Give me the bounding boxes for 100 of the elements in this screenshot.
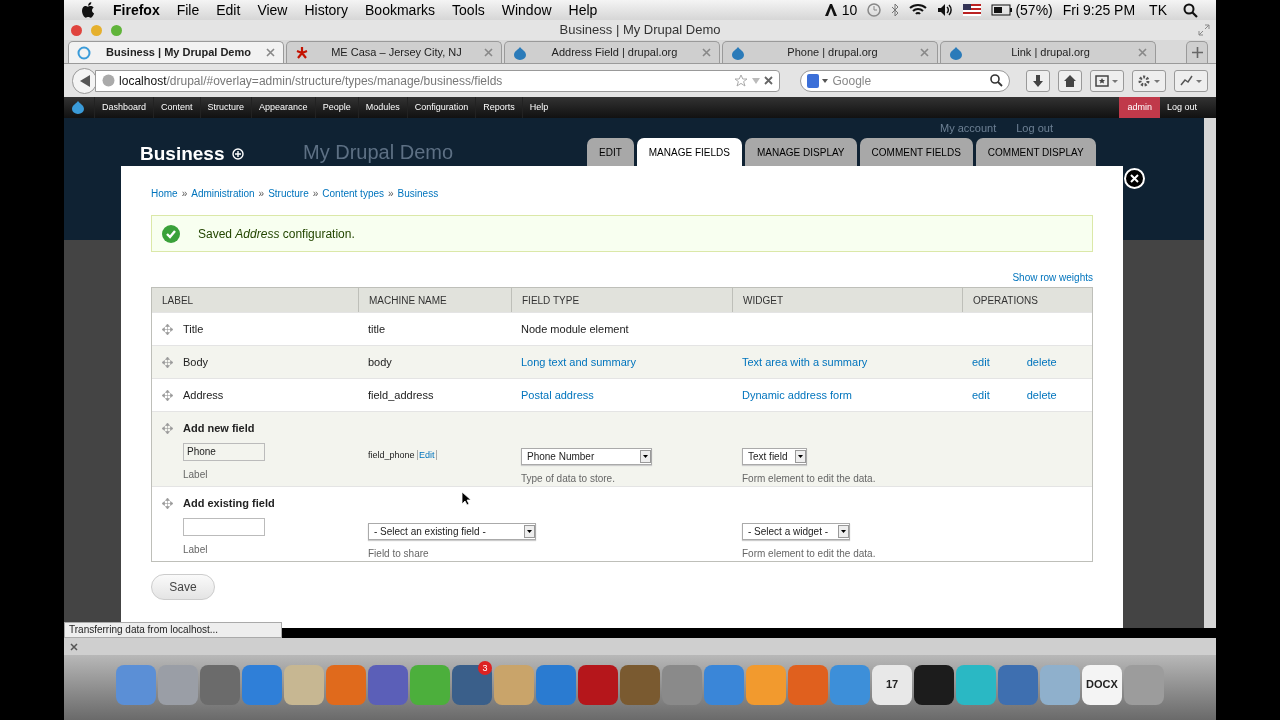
- menu-item[interactable]: History: [304, 0, 349, 21]
- select-dropdown[interactable]: - Select a widget -: [742, 523, 850, 540]
- select-dropdown[interactable]: Phone Number: [521, 448, 652, 465]
- widget-link[interactable]: Dynamic address form: [742, 388, 853, 401]
- menu-item[interactable]: File: [176, 0, 200, 21]
- field-type-link[interactable]: Postal address: [521, 388, 594, 401]
- breadcrumb-link[interactable]: Home: [151, 186, 178, 201]
- caret-icon: [524, 525, 535, 538]
- breadcrumb-link[interactable]: Administration: [191, 186, 255, 201]
- close-icon[interactable]: [702, 48, 711, 57]
- address-field[interactable]: localhost/drupal/#overlay=admin/structure/types/manage/business/fields: [95, 69, 780, 92]
- tab[interactable]: COMMENT FIELDS: [859, 138, 973, 166]
- breadcrumb-separator: »: [388, 187, 394, 201]
- breadcrumb-link[interactable]: Business: [397, 186, 439, 201]
- search-icon[interactable]: [1183, 2, 1198, 18]
- operation-link[interactable]: delete: [1026, 353, 1057, 371]
- close-icon[interactable]: [266, 48, 275, 57]
- text-input[interactable]: [183, 517, 265, 536]
- add-shortcut-icon[interactable]: [232, 148, 245, 161]
- bookmarks-button[interactable]: [1090, 69, 1124, 92]
- download-button[interactable]: [1026, 69, 1050, 92]
- search-icon[interactable]: [990, 74, 1003, 87]
- drag-handle-icon[interactable]: [162, 497, 173, 509]
- menu-item[interactable]: Edit: [216, 0, 241, 21]
- widget-link[interactable]: Text area with a summary: [742, 355, 868, 368]
- drop-icon[interactable]: [72, 101, 84, 114]
- window-title: Business | My Drupal Demo: [558, 21, 722, 40]
- user-menu[interactable]: TK: [1149, 0, 1167, 21]
- select-dropdown[interactable]: Text field: [742, 448, 807, 465]
- close-icon: [1130, 174, 1139, 183]
- menu-item[interactable]: Tools: [452, 0, 485, 21]
- app-icon[interactable]: DOCX: [1082, 664, 1122, 705]
- breadcrumb-link[interactable]: Content types: [322, 186, 385, 201]
- bluetooth-icon[interactable]: [891, 3, 900, 17]
- text-input[interactable]: Phone: [183, 442, 265, 461]
- new-tab-button[interactable]: [1186, 41, 1208, 63]
- caret-icon[interactable]: [751, 77, 760, 84]
- close-icon[interactable]: [70, 642, 78, 651]
- column-header: OPERATIONS: [973, 293, 1038, 308]
- menu-item[interactable]: Help: [568, 0, 598, 21]
- speaker-icon[interactable]: [937, 3, 954, 17]
- apple-icon[interactable]: [82, 2, 96, 18]
- fullscreen-icon[interactable]: [1198, 24, 1210, 36]
- menu-item[interactable]: Window: [501, 0, 552, 21]
- search-field[interactable]: Google: [799, 69, 1010, 92]
- breadcrumb-link[interactable]: Structure: [268, 186, 309, 201]
- status-message: Saved Address configuration.: [198, 225, 355, 243]
- show-row-weights-link[interactable]: Show row weights: [1012, 270, 1093, 285]
- drag-handle-icon[interactable]: [162, 422, 173, 434]
- secondary-link[interactable]: My account: [940, 122, 997, 135]
- menu-clock[interactable]: Fri 9:25 PM: [1062, 0, 1136, 21]
- edit-link[interactable]: Edit: [417, 450, 437, 460]
- cursor-icon: [461, 491, 471, 506]
- clock-icon[interactable]: [867, 3, 882, 17]
- browser-tab[interactable]: Address Field | drupal.org: [504, 41, 720, 63]
- addon-button[interactable]: [1174, 69, 1208, 92]
- menu-item[interactable]: Bookmarks: [365, 0, 436, 21]
- app-menu[interactable]: Firefox: [113, 0, 160, 21]
- drag-handle-icon[interactable]: [162, 389, 173, 401]
- secondary-link[interactable]: Log out: [1016, 122, 1053, 135]
- battery-icon[interactable]: [991, 4, 1014, 16]
- wifi-icon[interactable]: [909, 3, 928, 17]
- close-icon[interactable]: [484, 48, 493, 57]
- close-icon[interactable]: [920, 48, 929, 57]
- tab[interactable]: EDIT: [587, 138, 634, 166]
- app-icon[interactable]: 3: [452, 664, 492, 705]
- drag-handle-icon[interactable]: [162, 323, 173, 335]
- browser-tab[interactable]: ME Casa – Jersey City, NJ: [286, 41, 502, 63]
- admin-user-link[interactable]: admin: [1119, 97, 1160, 118]
- tab[interactable]: MANAGE DISPLAY: [744, 138, 857, 166]
- field-type: Node module element: [521, 322, 629, 335]
- gear-icon: [1137, 73, 1161, 88]
- browser-tab[interactable]: Phone | drupal.org: [722, 41, 938, 63]
- tab[interactable]: MANAGE FIELDS: [636, 138, 742, 167]
- close-icon[interactable]: [1138, 48, 1147, 57]
- logout-link[interactable]: Log out: [1159, 97, 1204, 118]
- app-icon[interactable]: 17: [872, 664, 912, 705]
- flag-icon[interactable]: [963, 4, 982, 16]
- home-button[interactable]: [1058, 69, 1082, 92]
- tab[interactable]: COMMENT DISPLAY: [975, 138, 1096, 166]
- select-dropdown[interactable]: - Select an existing field -: [368, 523, 536, 540]
- field-description: Label: [183, 467, 209, 482]
- operation-link[interactable]: edit: [972, 353, 990, 371]
- menu-item[interactable]: View: [257, 0, 288, 21]
- app-icon[interactable]: [914, 664, 954, 705]
- operation-link[interactable]: edit: [972, 386, 990, 404]
- browser-tab[interactable]: Business | My Drupal Demo: [68, 41, 284, 63]
- window-controls-icon[interactable]: [70, 23, 124, 37]
- browser-tab[interactable]: Link | drupal.org: [940, 41, 1156, 63]
- drop-icon: [731, 45, 745, 60]
- stop-icon[interactable]: [763, 76, 773, 85]
- field-type-link[interactable]: Long text and summary: [521, 355, 636, 368]
- drag-handle-icon[interactable]: [162, 356, 173, 368]
- drop-icon: [513, 45, 527, 60]
- back-button[interactable]: [72, 67, 98, 94]
- settings-button[interactable]: [1132, 69, 1166, 92]
- star-icon[interactable]: [733, 73, 748, 88]
- save-button[interactable]: Save: [151, 574, 215, 600]
- down-arrow-icon: [1031, 73, 1045, 88]
- operation-link[interactable]: delete: [1026, 386, 1057, 404]
